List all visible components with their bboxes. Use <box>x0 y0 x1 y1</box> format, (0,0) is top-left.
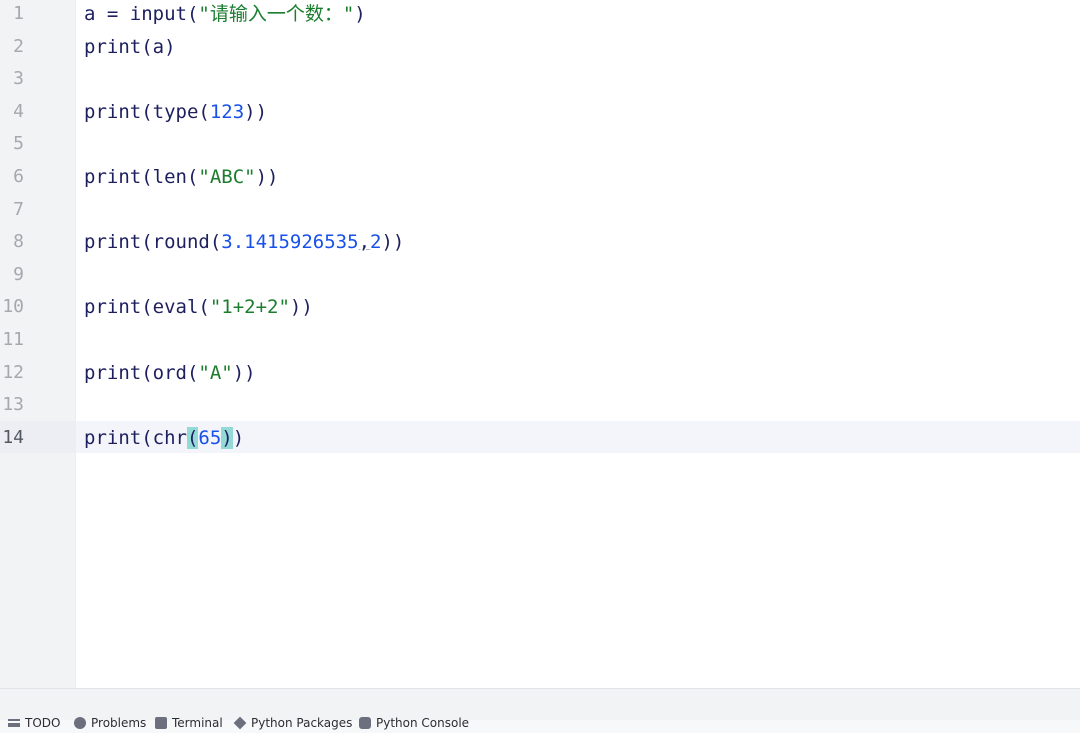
code-token: print(a) <box>84 35 176 58</box>
line-number: 2 <box>13 35 24 57</box>
code-token: ) <box>232 426 245 449</box>
tool-terminal[interactable]: Terminal <box>155 713 223 733</box>
code-line[interactable]: a = input("请输入一个数：") <box>84 0 366 31</box>
code-token: "A" <box>198 361 233 384</box>
problems-icon <box>74 717 86 729</box>
code-token: "1+2+2" <box>209 296 290 319</box>
line-number: 5 <box>13 133 24 155</box>
code-token: )) <box>255 166 279 188</box>
code-token: )) <box>232 361 256 384</box>
line-number: 7 <box>13 198 24 220</box>
code-token: "ABC" <box>198 166 256 188</box>
terminal-icon <box>155 717 167 729</box>
code-line[interactable]: print(ord("A")) <box>84 357 256 390</box>
code-token: , <box>358 231 371 254</box>
code-token: 3.1415926535 <box>221 231 359 254</box>
tool-todo[interactable]: TODO <box>8 713 60 733</box>
code-token: 123 <box>209 100 245 123</box>
code-token: print(type( <box>84 100 210 123</box>
code-token: print(chr <box>84 426 187 449</box>
line-number: 4 <box>13 100 24 122</box>
tool-python-console[interactable]: Python Console <box>359 713 469 733</box>
line-number: 12 <box>2 361 24 383</box>
code-token: print(eval( <box>84 296 210 319</box>
tool-problems-label: Problems <box>91 716 147 730</box>
line-number: 1 <box>13 3 24 24</box>
code-line[interactable]: print(chr(65)) <box>84 422 244 455</box>
line-number: 14 <box>2 426 24 448</box>
code-line[interactable]: print(round(3.1415926535,2)) <box>84 226 404 259</box>
code-line[interactable]: print(eval("1+2+2")) <box>84 291 313 324</box>
code-token: print(ord( <box>84 361 199 384</box>
line-number: 9 <box>13 263 24 285</box>
code-token: )) <box>244 100 268 123</box>
tool-python-packages-label: Python Packages <box>251 716 353 730</box>
console-icon <box>359 717 371 729</box>
code-token: )) <box>289 296 313 319</box>
code-token: ) <box>221 426 233 449</box>
line-number: 6 <box>13 166 24 187</box>
code-line[interactable]: print(a) <box>84 31 176 64</box>
todo-icon <box>8 719 20 727</box>
code-token: ( <box>186 426 199 449</box>
code-token: ) <box>354 3 366 25</box>
line-number: 3 <box>13 68 24 90</box>
code-token: "请输入一个数：" <box>198 3 355 25</box>
line-number: 8 <box>13 231 24 253</box>
code-token: 65 <box>198 426 222 449</box>
code-token: 2 <box>370 231 382 254</box>
code-token: print(len( <box>84 166 199 188</box>
code-editor[interactable]: 1 2 3 4 5 6 7 8 9 10 11 12 13 14 a = input("请输入一个数：")… <box>0 0 1080 688</box>
code-token: print(round( <box>84 231 222 254</box>
line-number: 10 <box>2 296 24 318</box>
code-token: )) <box>381 231 405 254</box>
line-number: 13 <box>2 394 24 416</box>
tool-terminal-label: Terminal <box>172 716 223 730</box>
tool-problems[interactable]: Problems <box>74 713 146 733</box>
line-number: 11 <box>2 329 24 350</box>
tool-python-console-label: Python Console <box>376 716 470 730</box>
packages-icon <box>233 716 247 730</box>
tool-python-packages[interactable]: Python Packages <box>233 713 353 733</box>
tool-todo-label: TODO <box>25 716 61 730</box>
code-line[interactable]: print(type(123)) <box>84 96 267 129</box>
tool-window-bar: TODO Problems Terminal Python Packages P… <box>0 688 1080 730</box>
code-line[interactable]: print(len("ABC")) <box>84 161 278 194</box>
code-token: a = input( <box>84 3 199 25</box>
